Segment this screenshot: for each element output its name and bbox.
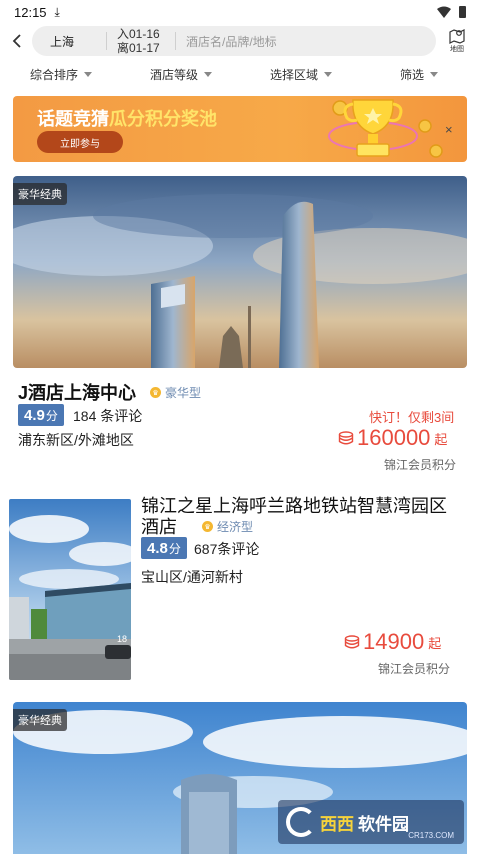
score-value: 4.8 [147,539,168,557]
price-value: 14900 [363,629,425,654]
hotel-tag: 豪华经典 [13,709,67,731]
points-icon [338,431,354,445]
score-badge: 4.8 分 [141,537,187,559]
back-icon[interactable] [10,34,24,48]
caret-down-icon [204,72,213,77]
map-button[interactable]: 地图 [444,26,470,56]
price-unit: 起 [428,635,442,651]
svg-text:18: 18 [117,634,127,644]
watermark-brand-b: 软件园 [358,814,409,834]
review-count[interactable]: 184 条评论 [73,406,142,426]
hotel-name[interactable]: 锦江之星上海呼兰路地铁站智慧湾园区酒店 [141,496,456,538]
status-time: 12:15 [14,4,47,20]
hotel-image[interactable]: 豪华经典 [13,176,467,368]
promo-banner[interactable]: 话题竞猜瓜分积分奖池 立即参与 × [13,96,467,162]
score-value: 4.9 [24,406,45,424]
hotel-type: 豪华型 [165,386,202,400]
checkin-date: 入01-16 [117,27,160,41]
filter-bar: 综合排序 酒店等级 选择区域 筛选 [0,66,480,88]
filter-label: 选择区域 [270,68,319,82]
search-row: 上海 入01-16 离01-17 酒店名/品牌/地标 地图 [0,26,480,56]
score-badge: 4.9 分 [18,404,64,426]
site-watermark: 西西 软件园 CR173.COM [278,800,464,844]
search-input[interactable]: 酒店名/品牌/地标 [186,33,277,50]
points-icon [344,635,360,649]
watermark-logo-icon [286,807,316,837]
banner-title-highlight: 瓜分积分奖池 [109,109,217,129]
score-unit: 分 [45,408,58,423]
battery-icon [459,6,466,18]
divider [175,32,176,50]
join-button[interactable]: 立即参与 [37,131,123,153]
hotel-name[interactable]: J酒店上海中心 [18,379,136,405]
search-box[interactable]: 上海 入01-16 离01-17 酒店名/品牌/地标 [32,26,436,56]
hotel-photo: 18 [9,499,131,680]
urgency-label: 快订！仅剩3间 [369,410,455,425]
filter-label: 酒店等级 [150,68,199,82]
crown-icon: ♛ [150,387,161,398]
filter-sort[interactable]: 综合排序 [30,66,93,83]
wifi-icon [437,6,451,18]
filter-more[interactable]: 筛选 [400,66,439,83]
filter-area[interactable]: 选择区域 [270,66,333,83]
price-value: 160000 [357,425,431,450]
caret-down-icon [324,72,333,77]
skyline-photo [13,176,467,368]
date-selector[interactable]: 入01-16 离01-17 [117,27,171,55]
status-bar: 12:15 ⤓ [0,0,480,24]
hotel-area: 浦东新区/外滩地区 [18,432,134,448]
score-unit: 分 [168,541,181,556]
hotel-area: 宝山区/通河新村 [141,569,243,585]
review-count[interactable]: 687条评论 [194,539,259,559]
filter-label: 综合排序 [30,68,79,82]
crown-icon: ♛ [202,521,213,532]
filter-label: 筛选 [400,68,425,82]
divider [106,32,107,50]
price-note: 锦江会员积分 [378,662,451,676]
price-unit: 起 [434,431,448,447]
map-label: 地图 [450,46,464,53]
caret-down-icon [430,72,439,77]
caret-down-icon [84,72,93,77]
hotel-tag: 豪华经典 [13,183,67,205]
hotel-type: 经济型 [217,520,254,534]
hotel-image[interactable]: 18 [9,499,131,680]
map-icon [449,29,465,44]
filter-star-level[interactable]: 酒店等级 [150,66,213,83]
price-note: 锦江会员积分 [384,458,457,472]
hotel-type-badge: ♛ 经济型 [202,518,253,535]
close-icon[interactable]: × [445,122,453,137]
hotel-type-badge: ♛ 豪华型 [150,384,201,401]
banner-title-plain: 话题竞猜 [37,109,109,129]
city-selector[interactable]: 上海 [50,33,106,50]
price: 160000 起 [338,425,447,451]
watermark-brand-a: 西西 [320,814,354,834]
banner-title: 话题竞猜瓜分积分奖池 [37,105,217,131]
watermark-site: CR173.COM [408,831,454,840]
trophy-icon [328,99,443,158]
price: 14900 起 [344,629,441,655]
download-icon: ⤓ [54,4,60,19]
checkout-date: 离01-17 [117,41,160,55]
